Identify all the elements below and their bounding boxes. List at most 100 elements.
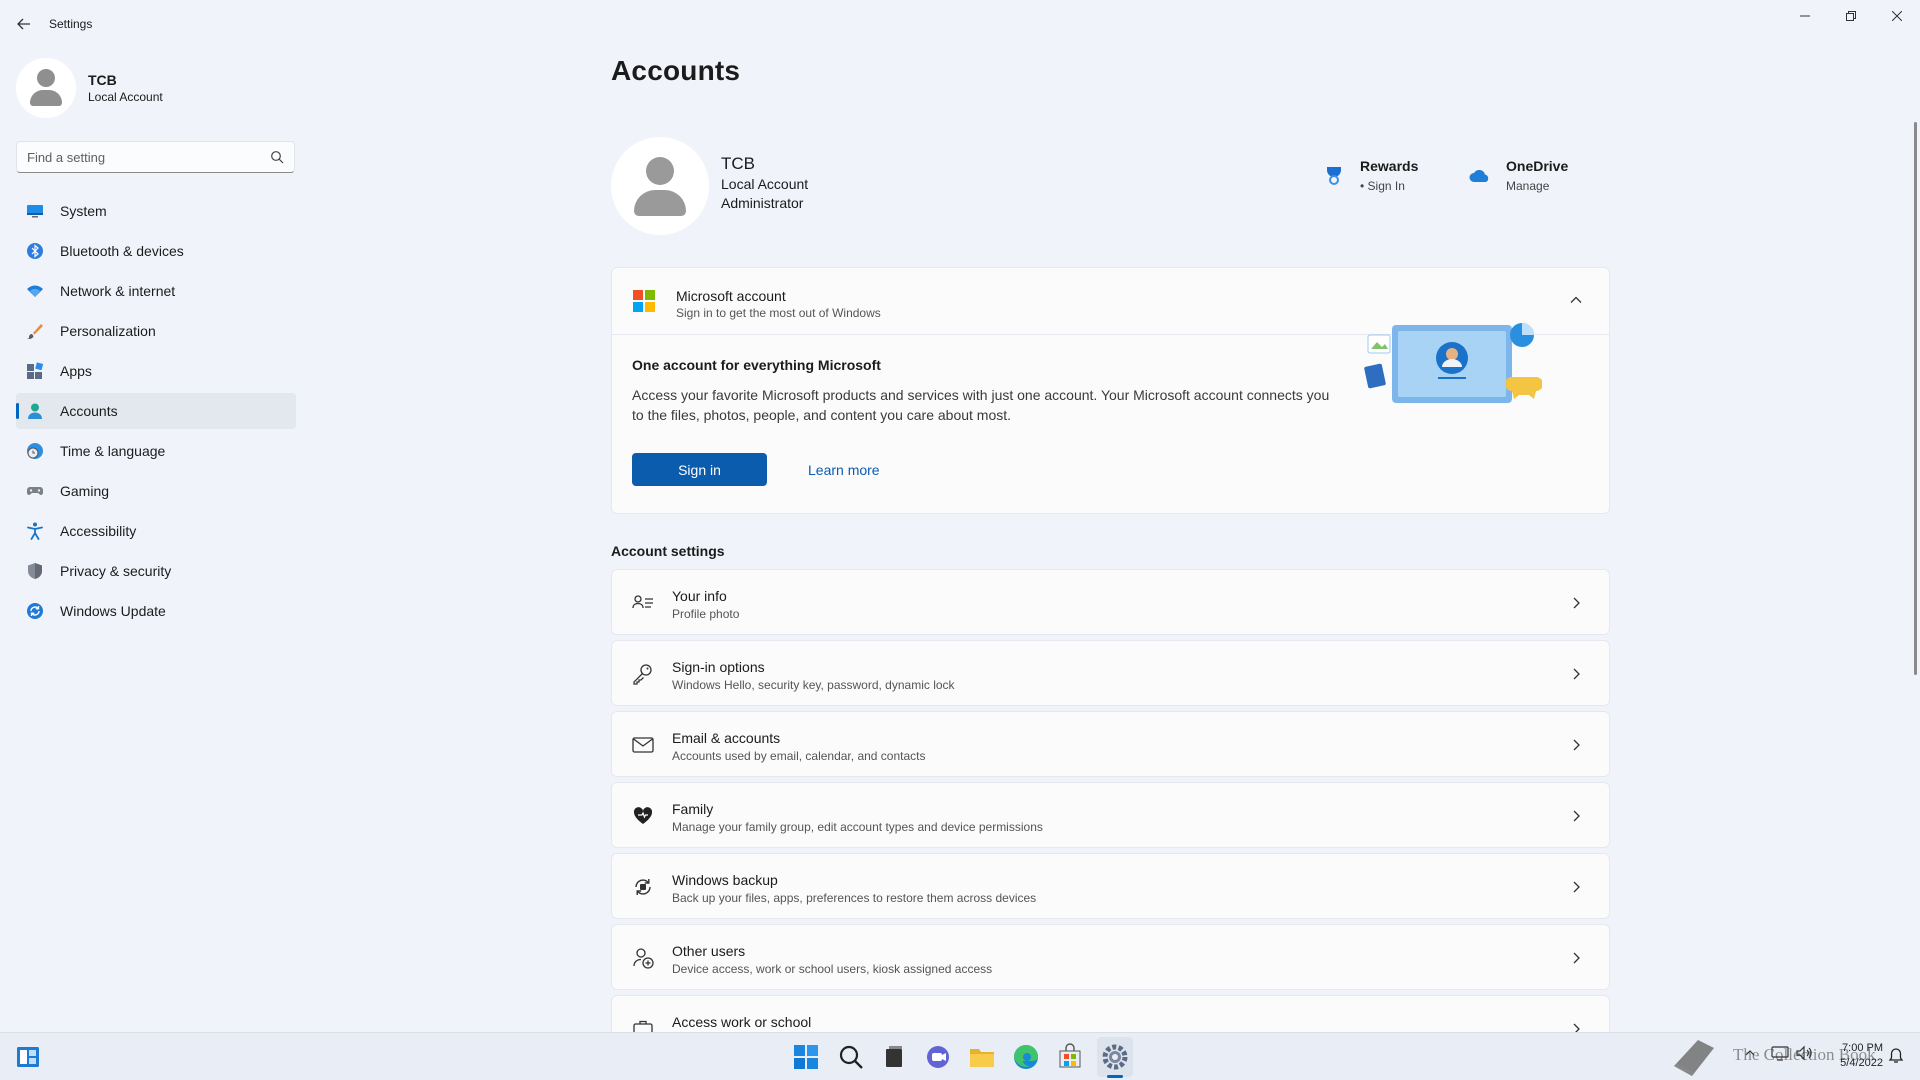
mail-icon: [632, 737, 654, 753]
minimize-icon: [1800, 15, 1810, 17]
app-title: Settings: [49, 17, 93, 31]
notification-bell-icon[interactable]: [1888, 1048, 1904, 1064]
sidebar-item-label: Apps: [60, 363, 92, 379]
chat-icon[interactable]: [924, 1043, 952, 1071]
sidebar-item-accessibility[interactable]: Accessibility: [16, 513, 296, 549]
rewards-status: • Sign In: [1360, 179, 1405, 193]
task-view-icon[interactable]: [880, 1043, 908, 1071]
sidebar-item-label: Privacy & security: [60, 563, 172, 579]
chevron-right-icon: [1573, 810, 1580, 822]
accounts-icon: [28, 403, 42, 419]
sign-in-button[interactable]: Sign in: [632, 453, 767, 486]
apps-icon: [27, 362, 44, 379]
tray-chevron-up-icon[interactable]: [1744, 1047, 1756, 1059]
sidebar-item-bluetooth[interactable]: Bluetooth & devices: [16, 233, 296, 269]
sidebar-item-label: Accessibility: [60, 523, 137, 539]
clock-time[interactable]: 7:00 PM: [1833, 1042, 1883, 1054]
sidebar-item-gaming[interactable]: Gaming: [16, 473, 296, 509]
chevron-right-icon: [1573, 597, 1580, 609]
profile-account-type: Local Account: [88, 90, 163, 104]
close-button[interactable]: [1874, 0, 1920, 32]
heart-icon: [633, 807, 653, 824]
close-icon: [1892, 11, 1902, 21]
person-card-icon: [632, 595, 653, 609]
rewards-link[interactable]: Rewards • Sign In: [1322, 158, 1442, 198]
row-subtitle: Back up your files, apps, preferences to…: [672, 891, 1037, 905]
microsoft-account-body-text: Access your favorite Microsoft products …: [632, 387, 1330, 423]
account-name: TCB: [721, 154, 755, 173]
setting-windows-backup[interactable]: Windows backup Back up your files, apps,…: [611, 853, 1610, 919]
restore-button[interactable]: [1828, 0, 1874, 32]
sidebar-item-label: Accounts: [60, 403, 118, 419]
sidebar-item-personalization[interactable]: Personalization: [16, 313, 296, 349]
search-box[interactable]: [16, 141, 295, 173]
settings-gear-icon[interactable]: [1101, 1043, 1129, 1071]
sidebar-item-windows-update[interactable]: Windows Update: [16, 593, 296, 629]
row-title: Access work or school: [672, 1014, 812, 1030]
network-icon[interactable]: [1771, 1045, 1789, 1061]
chevron-right-icon: [1573, 881, 1580, 893]
sidebar-profile[interactable]: TCB Local Account: [16, 58, 296, 118]
setting-email-accounts[interactable]: Email & accounts Accounts used by email,…: [611, 711, 1610, 777]
start-icon[interactable]: [792, 1043, 820, 1071]
back-arrow-icon: [17, 18, 30, 30]
store-icon[interactable]: [1056, 1043, 1084, 1071]
sidebar-nav: System Bluetooth & devices Network & int…: [16, 193, 296, 633]
minimize-button[interactable]: [1782, 0, 1828, 32]
chevron-up-icon[interactable]: [1569, 293, 1583, 307]
setting-access-work-school[interactable]: Access work or school: [611, 995, 1610, 1038]
file-explorer-icon[interactable]: [968, 1043, 996, 1071]
sidebar-item-label: System: [60, 203, 107, 219]
page-title: Accounts: [611, 55, 741, 86]
setting-other-users[interactable]: Other users Device access, work or schoo…: [611, 924, 1610, 990]
sidebar-item-network[interactable]: Network & internet: [16, 273, 296, 309]
microsoft-account-card: Microsoft account Sign in to get the mos…: [611, 267, 1610, 514]
sidebar-item-system[interactable]: System: [16, 193, 296, 229]
clock-date[interactable]: 5/4/2022: [1828, 1057, 1883, 1069]
onedrive-cloud-icon: [1469, 170, 1489, 182]
sidebar-item-time-language[interactable]: Time & language: [16, 433, 296, 469]
search-icon[interactable]: [270, 150, 284, 164]
row-title: Windows backup: [672, 872, 778, 888]
row-title: Other users: [672, 943, 746, 959]
back-button[interactable]: [12, 12, 36, 36]
edge-icon[interactable]: [1012, 1043, 1040, 1071]
row-title: Family: [672, 801, 714, 817]
taskbar-search-icon[interactable]: [837, 1043, 865, 1071]
restore-icon: [1846, 11, 1856, 21]
system-icon: [27, 205, 43, 218]
account-avatar[interactable]: [611, 137, 709, 235]
row-title: Sign-in options: [672, 659, 765, 675]
setting-sign-in-options[interactable]: Sign-in options Windows Hello, security …: [611, 640, 1610, 706]
taskbar: The Collection Book 7:00 PM 5/4/2022: [0, 1032, 1920, 1080]
avatar: [16, 58, 76, 118]
setting-your-info[interactable]: Your info Profile photo: [611, 569, 1610, 635]
chevron-right-icon: [1573, 739, 1580, 751]
sidebar-item-apps[interactable]: Apps: [16, 353, 296, 389]
rewards-title: Rewards: [1360, 158, 1419, 174]
globe-clock-icon: [27, 443, 43, 459]
rewards-trophy-icon: [1327, 167, 1341, 185]
scrollbar-thumb[interactable]: [1914, 122, 1917, 675]
setting-family[interactable]: Family Manage your family group, edit ac…: [611, 782, 1610, 848]
profile-name: TCB: [88, 72, 117, 88]
row-subtitle: Windows Hello, security key, password, d…: [672, 678, 955, 692]
onedrive-title: OneDrive: [1506, 158, 1569, 174]
row-title: Your info: [672, 588, 727, 604]
sidebar-item-privacy[interactable]: Privacy & security: [16, 553, 296, 589]
onedrive-link[interactable]: OneDrive Manage: [1468, 158, 1588, 198]
learn-more-link[interactable]: Learn more: [808, 453, 880, 486]
sidebar-item-label: Bluetooth & devices: [60, 243, 184, 259]
shield-icon: [28, 563, 42, 579]
row-subtitle: Accounts used by email, calendar, and co…: [672, 749, 926, 763]
row-subtitle: Device access, work or school users, kio…: [672, 962, 993, 976]
sidebar-item-label: Time & language: [60, 443, 166, 459]
bluetooth-icon: [27, 243, 43, 259]
sidebar-item-accounts[interactable]: Accounts: [16, 393, 296, 429]
wifi-icon: [27, 285, 43, 297]
person-add-icon: [633, 948, 654, 969]
volume-icon[interactable]: [1795, 1045, 1813, 1061]
search-input[interactable]: [27, 148, 257, 166]
widgets-icon[interactable]: [16, 1046, 40, 1068]
section-title-account-settings: Account settings: [611, 543, 725, 559]
